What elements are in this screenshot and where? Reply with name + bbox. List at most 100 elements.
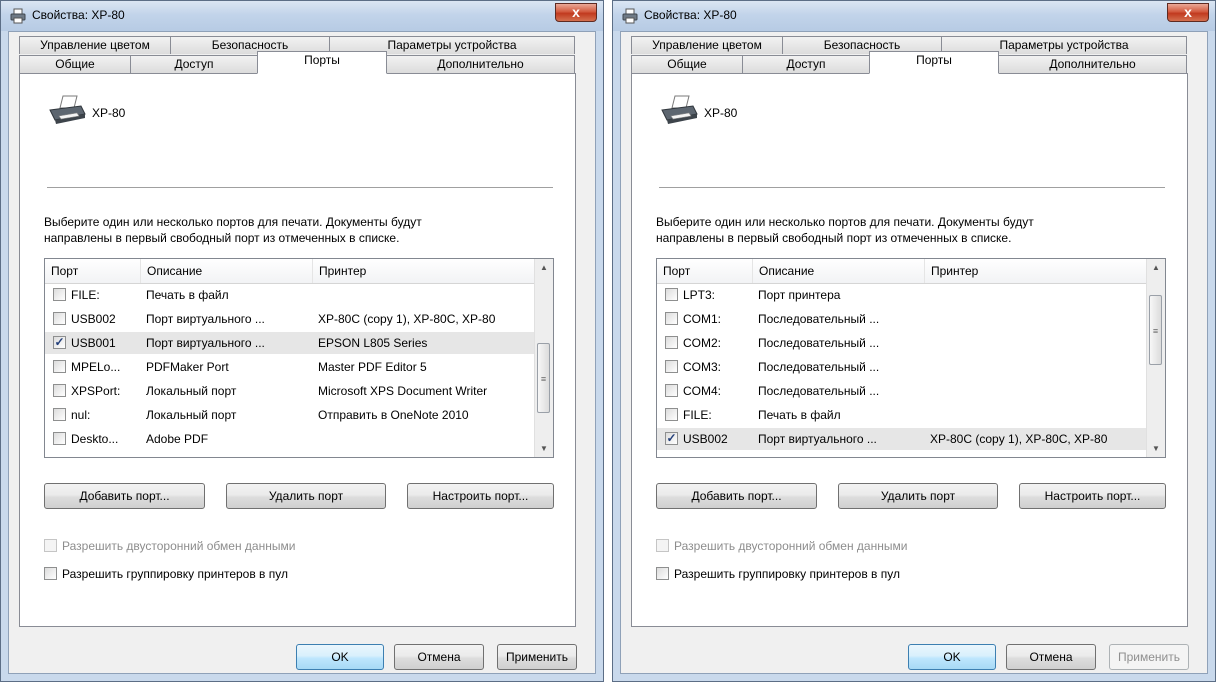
column-header-port[interactable]: Порт bbox=[657, 259, 752, 283]
port-checkbox[interactable] bbox=[53, 384, 66, 397]
port-checkbox[interactable]: ✓ bbox=[665, 432, 678, 445]
table-row[interactable]: ✓ USB002 Порт виртуального ... XP-80C (copy… bbox=[657, 428, 1147, 450]
scroll-up-icon[interactable]: ▲ bbox=[535, 259, 553, 276]
list-scrollbar[interactable]: ▲ ≡ ▼ bbox=[1146, 259, 1165, 457]
tab-sharing[interactable]: Доступ bbox=[742, 55, 870, 73]
table-row[interactable]: COM3: Последовательный ... bbox=[657, 356, 1147, 378]
table-row[interactable]: COM2: Последовательный ... bbox=[657, 332, 1147, 354]
column-header-description[interactable]: Описание bbox=[752, 259, 924, 283]
configure-port-button[interactable]: Настроить порт... bbox=[1019, 483, 1166, 509]
scroll-down-icon[interactable]: ▼ bbox=[1147, 440, 1165, 457]
tab-general[interactable]: Общие bbox=[631, 55, 743, 73]
delete-port-button[interactable]: Удалить порт bbox=[838, 483, 998, 509]
description-line: Выберите один или несколько портов для п… bbox=[44, 215, 422, 229]
cell-port: COM3: bbox=[683, 360, 722, 374]
cell-description: Печать в файл bbox=[758, 408, 841, 422]
cell-description: Последовательный ... bbox=[758, 312, 880, 326]
port-checkbox[interactable] bbox=[53, 408, 66, 421]
tab-advanced[interactable]: Дополнительно bbox=[998, 55, 1187, 73]
table-row[interactable]: FILE: Печать в файл bbox=[45, 284, 535, 306]
table-row[interactable]: COM4: Последовательный ... bbox=[657, 380, 1147, 402]
list-scrollbar[interactable]: ▲ ≡ ▼ bbox=[534, 259, 553, 457]
port-checkbox[interactable] bbox=[665, 360, 678, 373]
cell-description: Локальный порт bbox=[146, 408, 237, 422]
add-port-button[interactable]: Добавить порт... bbox=[656, 483, 817, 509]
table-row[interactable]: ✓ USB001 Порт виртуального ... EPSON L805 S… bbox=[45, 332, 535, 354]
printer-icon bbox=[661, 95, 698, 124]
tab-advanced[interactable]: Дополнительно bbox=[386, 55, 575, 73]
cell-port: FILE: bbox=[683, 408, 712, 422]
apply-button[interactable]: Применить bbox=[497, 644, 577, 670]
port-checkbox[interactable] bbox=[53, 360, 66, 373]
table-row[interactable]: FILE: Печать в файл bbox=[657, 404, 1147, 426]
port-checkbox[interactable] bbox=[53, 432, 66, 445]
column-header-printer[interactable]: Принтер bbox=[312, 259, 535, 283]
add-port-button[interactable]: Добавить порт... bbox=[44, 483, 205, 509]
ports-list[interactable]: Порт Описание Принтер LPT3: Порт принтера… bbox=[656, 258, 1166, 458]
printer-icon bbox=[49, 95, 86, 124]
close-button[interactable]: x bbox=[1167, 3, 1209, 22]
port-checkbox[interactable] bbox=[665, 288, 678, 301]
cell-port: Deskto... bbox=[71, 432, 119, 446]
table-row[interactable]: XPSPort: Локальный порт Microsoft XPS Docu… bbox=[45, 380, 535, 402]
title-bar[interactable]: Свойства: XP-80 x bbox=[613, 1, 1215, 31]
cell-printer bbox=[930, 380, 1146, 402]
table-row[interactable]: Deskto... Adobe PDF bbox=[45, 428, 535, 450]
pooling-label: Разрешить группировку принтеров в пул bbox=[674, 567, 901, 581]
cell-printer: EPSON L805 Series bbox=[318, 336, 428, 350]
ports-description: Выберите один или несколько портов для п… bbox=[656, 214, 1176, 246]
tab-row-front: Общие Доступ Порты Дополнительно bbox=[631, 51, 1187, 74]
description-line: Выберите один или несколько портов для п… bbox=[656, 215, 1034, 229]
port-checkbox[interactable] bbox=[665, 384, 678, 397]
cancel-button[interactable]: Отмена bbox=[1006, 644, 1096, 670]
scroll-thumb[interactable]: ≡ bbox=[1149, 295, 1162, 366]
ports-list[interactable]: Порт Описание Принтер FILE: Печать в файл… bbox=[44, 258, 554, 458]
close-button[interactable]: x bbox=[555, 3, 597, 22]
table-row[interactable]: USB002 Порт виртуального ... XP-80C (copy … bbox=[45, 308, 535, 330]
tab-color-management[interactable]: Управление цветом bbox=[631, 36, 783, 54]
table-row[interactable]: LPT3: Порт принтера bbox=[657, 284, 1147, 306]
cell-port: COM2: bbox=[683, 336, 722, 350]
scroll-down-icon[interactable]: ▼ bbox=[535, 440, 553, 457]
configure-port-button[interactable]: Настроить порт... bbox=[407, 483, 554, 509]
cell-port: USB002 bbox=[683, 432, 728, 446]
cell-description: Локальный порт bbox=[146, 384, 237, 398]
cell-port: FILE: bbox=[71, 288, 100, 302]
column-header-description[interactable]: Описание bbox=[140, 259, 312, 283]
cancel-button[interactable]: Отмена bbox=[394, 644, 484, 670]
scroll-up-icon[interactable]: ▲ bbox=[1147, 259, 1165, 276]
tab-general[interactable]: Общие bbox=[19, 55, 131, 73]
ok-button[interactable]: OK bbox=[908, 644, 996, 670]
table-row[interactable]: COM1: Последовательный ... bbox=[657, 308, 1147, 330]
scroll-thumb[interactable]: ≡ bbox=[537, 343, 550, 414]
title-bar[interactable]: Свойства: XP-80 x bbox=[1, 1, 603, 31]
column-header-printer[interactable]: Принтер bbox=[924, 259, 1147, 283]
column-header-port[interactable]: Порт bbox=[45, 259, 140, 283]
table-row[interactable]: nul: Локальный порт Отправить в OneNote 20… bbox=[45, 404, 535, 426]
delete-port-button[interactable]: Удалить порт bbox=[226, 483, 386, 509]
cell-description: Последовательный ... bbox=[758, 336, 880, 350]
tab-ports[interactable]: Порты bbox=[257, 51, 387, 74]
cell-printer: Отправить в OneNote 2010 bbox=[318, 408, 469, 422]
pooling-checkbox[interactable] bbox=[44, 567, 57, 580]
port-checkbox[interactable] bbox=[53, 288, 66, 301]
port-checkbox[interactable] bbox=[665, 336, 678, 349]
table-row[interactable]: MPELo... PDFMaker Port Master PDF Editor 5 bbox=[45, 356, 535, 378]
pooling-checkbox[interactable] bbox=[656, 567, 669, 580]
cell-port: USB002 bbox=[71, 312, 116, 326]
bidirectional-checkbox[interactable] bbox=[656, 539, 669, 552]
tab-ports[interactable]: Порты bbox=[869, 51, 999, 74]
printer-small-icon bbox=[10, 8, 26, 24]
cell-printer bbox=[930, 284, 1146, 306]
tab-row-front: Общие Доступ Порты Дополнительно bbox=[19, 51, 575, 74]
ok-button[interactable]: OK bbox=[296, 644, 384, 670]
bidirectional-checkbox[interactable] bbox=[44, 539, 57, 552]
tab-sharing[interactable]: Доступ bbox=[130, 55, 258, 73]
port-checkbox[interactable] bbox=[665, 408, 678, 421]
ports-description: Выберите один или несколько портов для п… bbox=[44, 214, 564, 246]
port-checkbox[interactable] bbox=[53, 312, 66, 325]
apply-button[interactable]: Применить bbox=[1109, 644, 1189, 670]
tab-color-management[interactable]: Управление цветом bbox=[19, 36, 171, 54]
port-checkbox[interactable] bbox=[665, 312, 678, 325]
port-checkbox[interactable]: ✓ bbox=[53, 336, 66, 349]
